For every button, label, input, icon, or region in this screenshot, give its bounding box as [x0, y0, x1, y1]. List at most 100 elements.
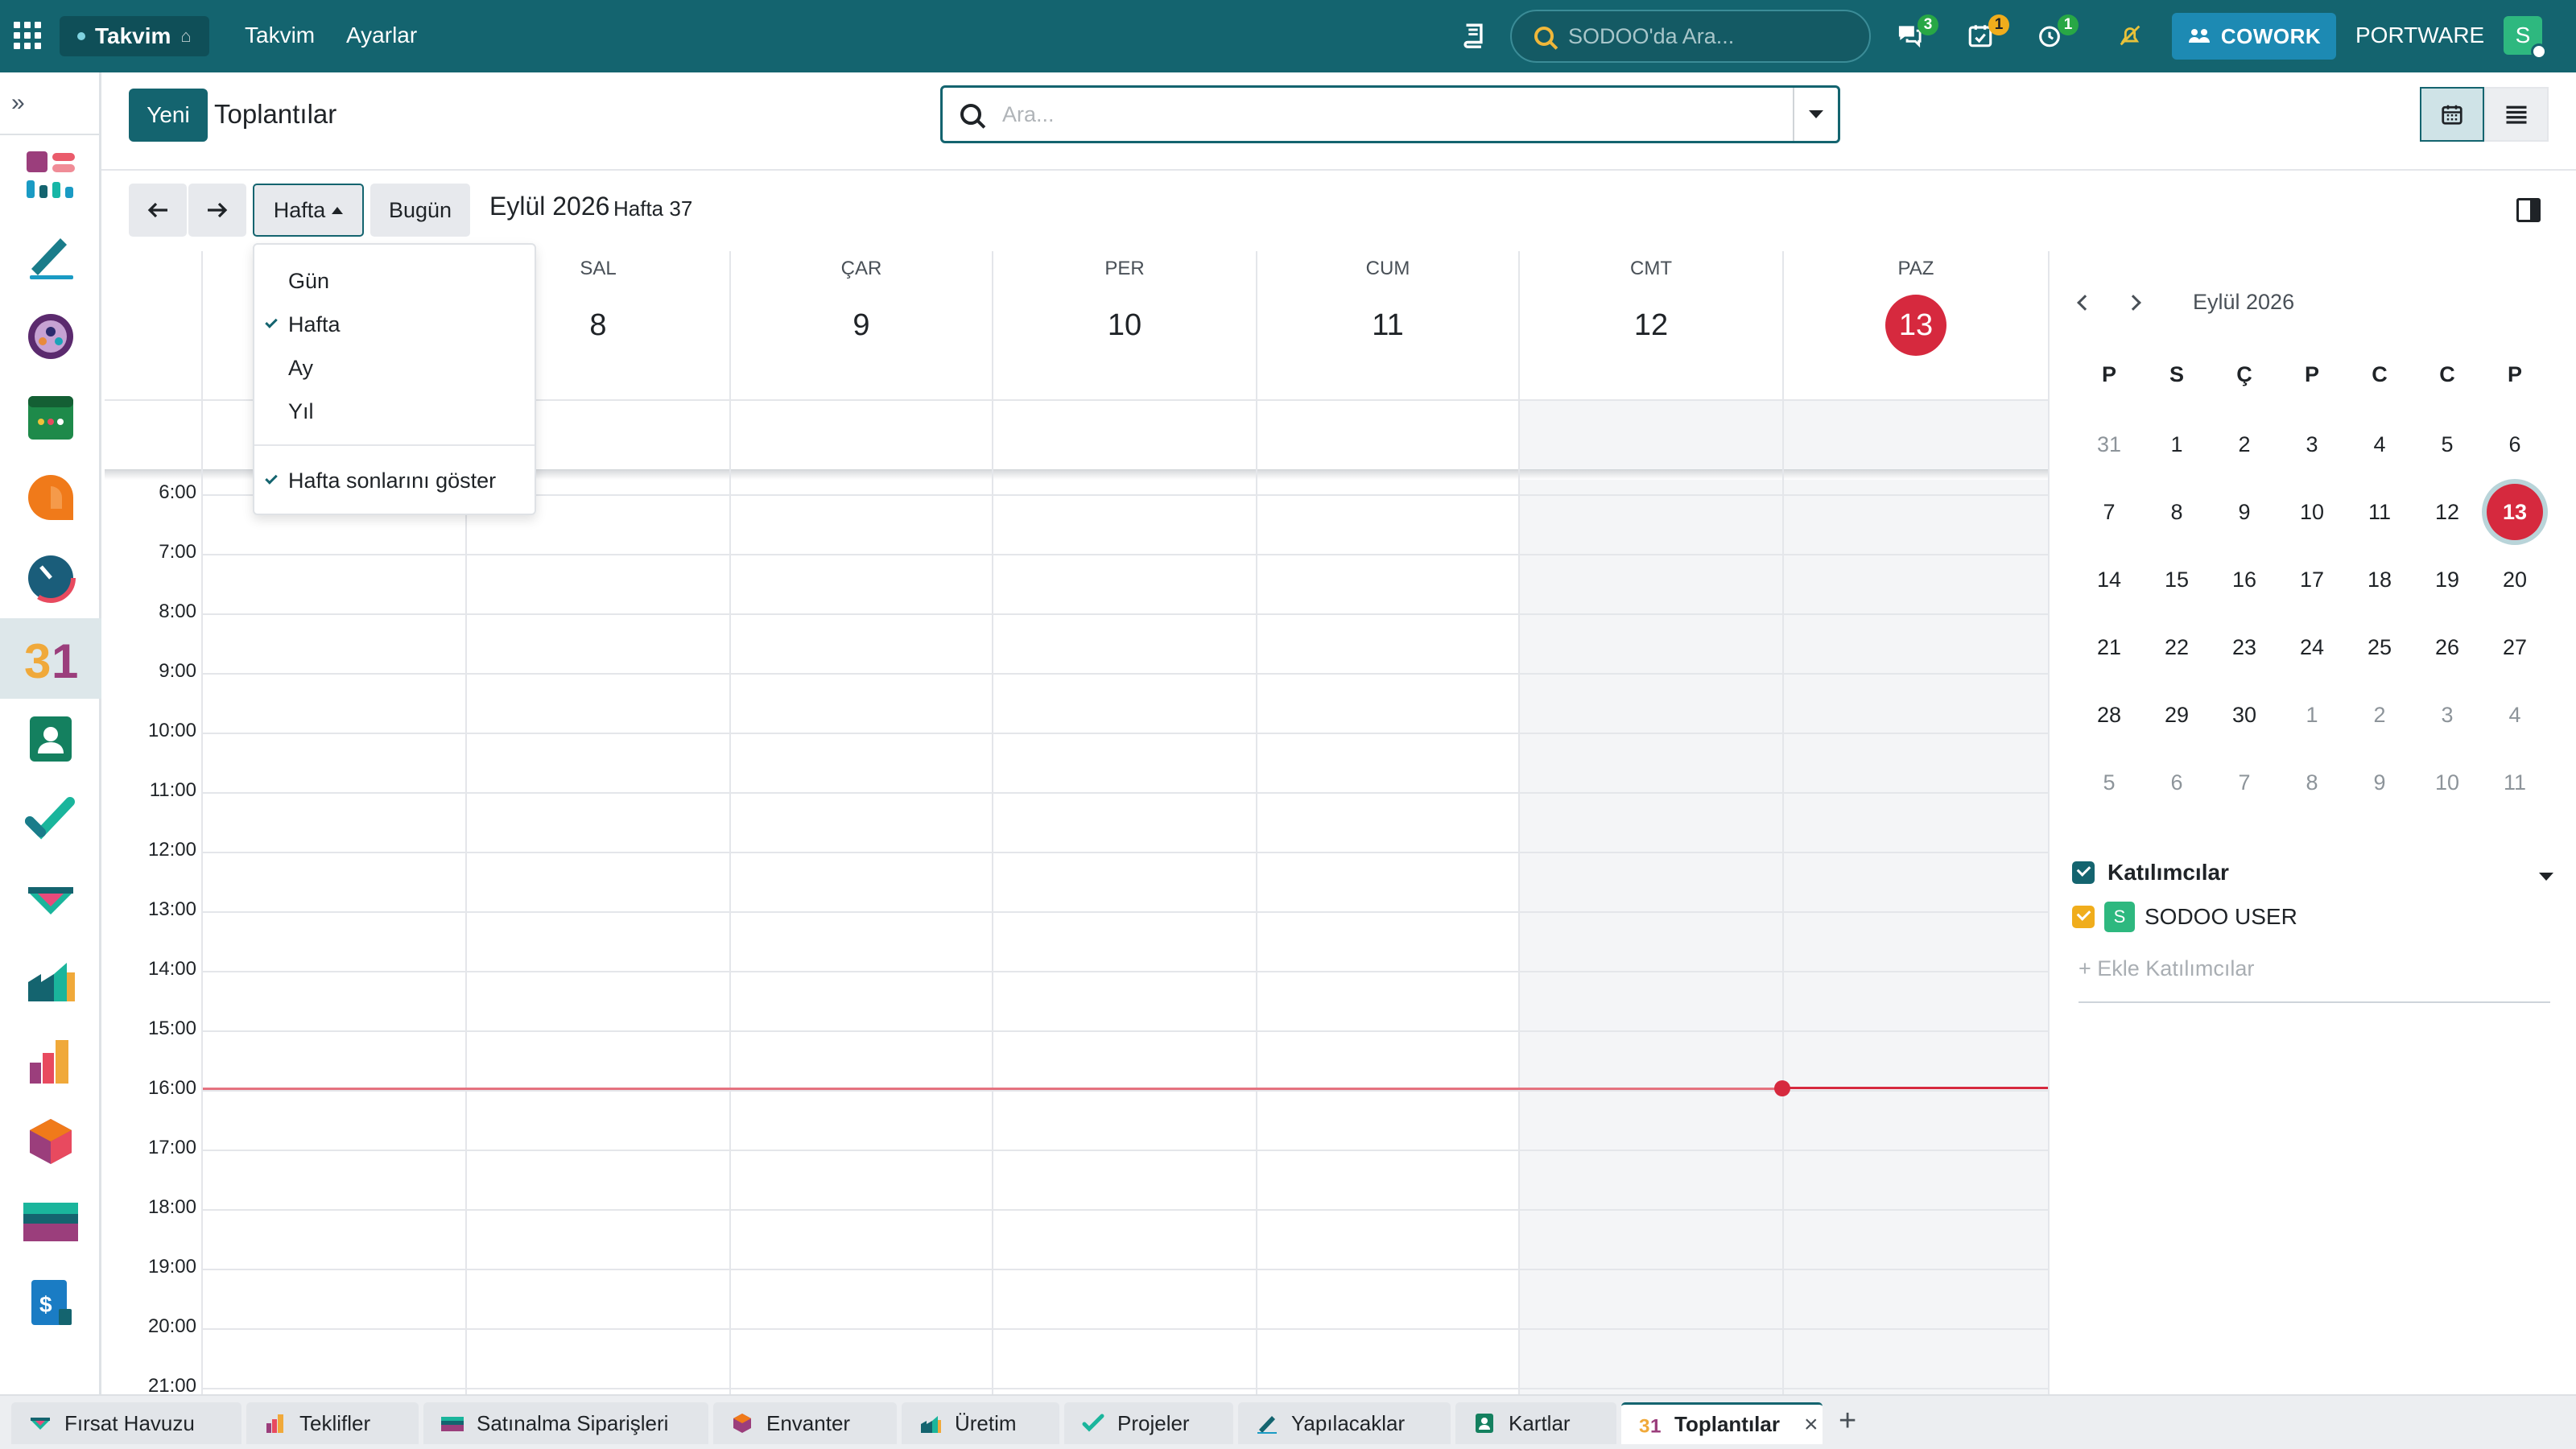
- scale-option-year[interactable]: Yıl: [254, 390, 535, 433]
- mini-day[interactable]: 6: [2483, 412, 2547, 477]
- show-weekends-toggle[interactable]: Hafta sonlarını göster: [254, 459, 535, 502]
- crm-app-icon[interactable]: [0, 860, 101, 940]
- new-button[interactable]: Yeni: [129, 89, 208, 142]
- tab-inventory[interactable]: Envanter: [713, 1402, 897, 1444]
- tab-purchase-orders[interactable]: Satınalma Siparişleri: [423, 1402, 708, 1444]
- mini-day[interactable]: 2: [2347, 683, 2412, 747]
- scale-option-day[interactable]: Gün: [254, 259, 535, 303]
- tab-projects[interactable]: Projeler: [1064, 1402, 1233, 1444]
- mini-day[interactable]: 11: [2347, 480, 2412, 544]
- discuss-app-icon[interactable]: [0, 457, 101, 538]
- mini-day[interactable]: 26: [2415, 615, 2479, 679]
- current-app-chip[interactable]: Takvim ⌂: [60, 16, 209, 56]
- search-input[interactable]: [1002, 101, 1727, 127]
- planning-app-icon[interactable]: [0, 377, 101, 457]
- mini-day[interactable]: 7: [2077, 480, 2141, 544]
- sign-app-icon[interactable]: [0, 216, 101, 296]
- tab-quotations[interactable]: Teklifler: [246, 1402, 419, 1444]
- cowork-button[interactable]: COWORK: [2172, 13, 2336, 60]
- mini-day[interactable]: 10: [2280, 480, 2344, 544]
- mini-day[interactable]: 23: [2212, 615, 2277, 679]
- mini-day[interactable]: 2: [2212, 412, 2277, 477]
- mini-day[interactable]: 8: [2145, 480, 2209, 544]
- team-app-icon[interactable]: [0, 296, 101, 377]
- apps-menu-icon[interactable]: [13, 21, 42, 50]
- scale-dropdown-button[interactable]: Hafta: [253, 184, 364, 237]
- tab-meetings[interactable]: 31 Toplantılar ×: [1621, 1402, 1823, 1444]
- messages-icon[interactable]: 3: [1893, 14, 1938, 52]
- mini-day[interactable]: 16: [2212, 547, 2277, 612]
- attendees-filter-header[interactable]: Katılımcılar: [2072, 860, 2229, 886]
- sales-app-icon[interactable]: [0, 1021, 101, 1101]
- day-header-wed[interactable]: ÇAR 9: [731, 251, 992, 399]
- mini-day[interactable]: 14: [2077, 547, 2141, 612]
- today-button[interactable]: Bugün: [370, 184, 470, 237]
- mini-day[interactable]: 9: [2347, 750, 2412, 815]
- company-switcher[interactable]: PORTWARE: [2355, 23, 2484, 48]
- mini-day[interactable]: 30: [2212, 683, 2277, 747]
- mini-day[interactable]: 4: [2347, 412, 2412, 477]
- mini-day[interactable]: 1: [2145, 412, 2209, 477]
- project-app-icon[interactable]: [0, 779, 101, 860]
- sidebar-expand-icon[interactable]: »: [0, 72, 101, 135]
- close-tab-icon[interactable]: ×: [1804, 1411, 1818, 1439]
- attendee-filter-item[interactable]: S SODOO USER: [2072, 902, 2297, 932]
- mini-day[interactable]: 18: [2347, 547, 2412, 612]
- contacts-app-icon[interactable]: [0, 699, 101, 779]
- mini-day[interactable]: 5: [2077, 750, 2141, 815]
- mini-day[interactable]: 5: [2415, 412, 2479, 477]
- calendar-app-icon[interactable]: 31: [0, 618, 101, 699]
- global-search-input[interactable]: SODOO'da Ara...: [1510, 10, 1871, 63]
- day-header-thu[interactable]: PER 10: [993, 251, 1256, 399]
- manufacturing-app-icon[interactable]: [0, 940, 101, 1021]
- dashboard-app-icon[interactable]: [0, 135, 101, 216]
- mini-day[interactable]: 22: [2145, 615, 2209, 679]
- user-avatar[interactable]: S: [2504, 16, 2547, 60]
- mini-day[interactable]: 17: [2280, 547, 2344, 612]
- tab-manufacturing[interactable]: Üretim: [902, 1402, 1059, 1444]
- inventory-app-icon[interactable]: [0, 1101, 101, 1182]
- mini-day[interactable]: 27: [2483, 615, 2547, 679]
- scale-option-week[interactable]: Hafta: [254, 303, 535, 346]
- mini-day[interactable]: 15: [2145, 547, 2209, 612]
- invoicing-app-icon[interactable]: $: [0, 1262, 101, 1343]
- mini-day[interactable]: 10: [2415, 750, 2479, 815]
- next-button[interactable]: [188, 184, 246, 237]
- knowledge-book-icon[interactable]: [1457, 19, 1489, 52]
- mini-day[interactable]: 28: [2077, 683, 2141, 747]
- day-header-sun[interactable]: PAZ 13: [1784, 251, 2048, 399]
- search-options-toggle[interactable]: [1793, 88, 1838, 141]
- mini-day[interactable]: 3: [2415, 683, 2479, 747]
- mini-day[interactable]: 6: [2145, 750, 2209, 815]
- menu-calendar[interactable]: Takvim: [245, 23, 315, 48]
- mini-prev-month-icon[interactable]: [2069, 287, 2101, 319]
- attendee-checkbox[interactable]: [2072, 906, 2095, 928]
- side-panel-toggle-icon[interactable]: [2516, 198, 2541, 222]
- add-tab-icon[interactable]: +: [1839, 1404, 1856, 1439]
- calendar-view-button[interactable]: [2420, 87, 2484, 142]
- day-header-sat[interactable]: CMT 12: [1520, 251, 1782, 399]
- mini-day[interactable]: 12: [2415, 480, 2479, 544]
- timesheet-app-icon[interactable]: [0, 538, 101, 618]
- tab-cards[interactable]: Kartlar: [1455, 1402, 1616, 1444]
- mini-day-today[interactable]: 13: [2483, 480, 2547, 544]
- mini-day[interactable]: 4: [2483, 683, 2547, 747]
- mini-day[interactable]: 25: [2347, 615, 2412, 679]
- activities-icon[interactable]: 1: [1964, 14, 2009, 52]
- mini-day[interactable]: 7: [2212, 750, 2277, 815]
- mini-day[interactable]: 29: [2145, 683, 2209, 747]
- mini-day[interactable]: 24: [2280, 615, 2344, 679]
- mini-day[interactable]: 8: [2280, 750, 2344, 815]
- previous-button[interactable]: [129, 184, 187, 237]
- tab-todo[interactable]: Yapılacaklar: [1238, 1402, 1451, 1444]
- timer-icon[interactable]: 1: [2033, 14, 2079, 52]
- menu-settings[interactable]: Ayarlar: [346, 23, 417, 48]
- mini-day[interactable]: 11: [2483, 750, 2547, 815]
- mini-day[interactable]: 21: [2077, 615, 2141, 679]
- mini-day[interactable]: 20: [2483, 547, 2547, 612]
- day-header-fri[interactable]: CUM 11: [1257, 251, 1518, 399]
- scale-option-month[interactable]: Ay: [254, 346, 535, 390]
- mini-day[interactable]: 9: [2212, 480, 2277, 544]
- mini-day[interactable]: 1: [2280, 683, 2344, 747]
- mini-next-month-icon[interactable]: [2117, 287, 2149, 319]
